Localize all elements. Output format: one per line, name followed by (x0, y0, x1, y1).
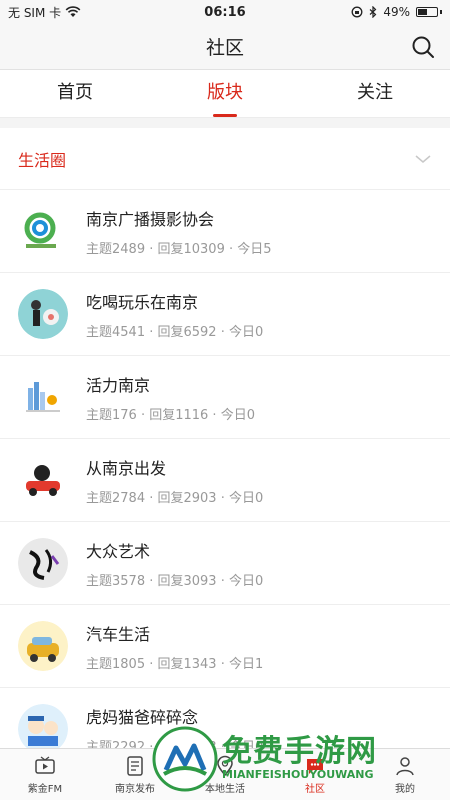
status-bar: 无 SIM 卡 06:16 49% (0, 0, 450, 24)
tab-bar: 首页 版块 关注 (0, 70, 450, 118)
forum-item[interactable]: 大众艺术 主题3578 · 回复3093 · 今日0 (0, 522, 450, 605)
forum-item[interactable]: 虎妈猫爸碎碎念 主题2292 · 回复2928 · 今日0 (0, 688, 450, 748)
forum-name: 虎妈猫爸碎碎念 (86, 707, 199, 727)
forum-name: 从南京出发 (86, 458, 167, 478)
forum-stats: 主题2489 · 回复10309 · 今日5 (86, 241, 272, 257)
forum-stats: 主题2292 · 回复2928 · 今日0 (86, 739, 264, 749)
nav-bar: 社区 (0, 24, 450, 70)
forum-name: 南京广播摄影协会 (86, 209, 215, 229)
bottom-nav-label: 我的 (395, 783, 415, 795)
forum-text: 吃喝玩乐在南京 主题4541 · 回复6592 · 今日0 (86, 289, 263, 340)
chevron-down-icon[interactable] (414, 150, 432, 168)
wifi-icon (65, 6, 81, 17)
forum-name: 汽车生活 (86, 624, 151, 644)
tab-boards[interactable]: 版块 (150, 70, 300, 117)
forum-item[interactable]: 吃喝玩乐在南京 主题4541 · 回复6592 · 今日0 (0, 273, 450, 356)
tv-icon (35, 755, 55, 774)
family-cartoon-avatar (18, 704, 68, 748)
car-life-avatar (18, 621, 68, 671)
forum-item[interactable]: 活力南京 主题176 · 回复1116 · 今日0 (0, 356, 450, 439)
bottom-nav-label: 本地生活 (205, 783, 245, 795)
forum-item[interactable]: 汽车生活 主题1805 · 回复1343 · 今日1 (0, 605, 450, 688)
battery-percent: 49% (383, 5, 410, 19)
bluetooth-icon (369, 6, 377, 18)
section-title: 生活圈 (18, 150, 67, 170)
forum-name: 大众艺术 (86, 541, 151, 561)
status-left: 无 SIM 卡 (8, 4, 168, 21)
forum-text: 大众艺术 主题3578 · 回复3093 · 今日0 (86, 538, 263, 589)
forum-stats: 主题1805 · 回复1343 · 今日1 (86, 656, 264, 672)
bottom-nav-community[interactable]: 社区 (270, 749, 360, 800)
bottom-nav-news[interactable]: 南京发布 (90, 749, 180, 800)
forum-name: 吃喝玩乐在南京 (86, 292, 199, 312)
tab-following[interactable]: 关注 (300, 70, 450, 117)
forum-text: 虎妈猫爸碎碎念 主题2292 · 回复2928 · 今日0 (86, 704, 263, 749)
forum-text: 南京广播摄影协会 主题2489 · 回复10309 · 今日5 (86, 206, 272, 257)
bottom-nav-label: 社区 (305, 783, 325, 795)
tab-home[interactable]: 首页 (0, 70, 150, 117)
person-icon (396, 756, 414, 775)
status-right: 49% (282, 5, 442, 19)
search-icon[interactable] (410, 34, 436, 60)
calligraphy-avatar (18, 538, 68, 588)
forum-stats: 主题4541 · 回复6592 · 今日0 (86, 324, 264, 340)
bottom-nav-profile[interactable]: 我的 (360, 749, 450, 800)
forum-avatar (18, 289, 68, 339)
bottom-nav: 紫金FM 南京发布 本地生活 社区 我的 (0, 748, 450, 800)
bottom-nav-label: 紫金FM (27, 783, 63, 795)
forum-text: 从南京出发 主题2784 · 回复2903 · 今日0 (86, 455, 263, 506)
rotation-lock-icon (351, 6, 363, 18)
forum-text: 汽车生活 主题1805 · 回复1343 · 今日1 (86, 621, 263, 672)
bottom-nav-label: 南京发布 (115, 783, 155, 795)
forum-stats: 主题3578 · 回复3093 · 今日0 (86, 573, 264, 589)
car-cartoon-avatar (18, 455, 68, 505)
board-list: 生活圈 南京广播摄影协会 主题2489 · 回复10309 · 今日5 吃喝玩乐… (0, 128, 450, 748)
page-title: 社区 (205, 37, 244, 59)
location-icon (217, 755, 233, 776)
document-icon (127, 755, 143, 776)
carrier-label: 无 SIM 卡 (8, 5, 62, 20)
section-header[interactable]: 生活圈 (0, 128, 450, 190)
battery-level (418, 9, 427, 15)
status-time: 06:16 (204, 4, 246, 20)
chat-icon (307, 758, 323, 774)
photography-association-logo (18, 206, 68, 256)
forum-name: 活力南京 (86, 375, 151, 395)
forum-item[interactable]: 南京广播摄影协会 主题2489 · 回复10309 · 今日5 (0, 190, 450, 273)
battery-icon (416, 7, 438, 17)
forum-stats: 主题2784 · 回复2903 · 今日0 (86, 490, 264, 506)
forum-stats: 主题176 · 回复1116 · 今日0 (86, 407, 255, 423)
forum-avatar (18, 372, 68, 422)
forum-text: 活力南京 主题176 · 回复1116 · 今日0 (86, 372, 255, 423)
battery-cap (440, 10, 442, 14)
bottom-nav-local[interactable]: 本地生活 (180, 749, 270, 800)
forum-item[interactable]: 从南京出发 主题2784 · 回复2903 · 今日0 (0, 439, 450, 522)
bottom-nav-fm[interactable]: 紫金FM (0, 749, 90, 800)
